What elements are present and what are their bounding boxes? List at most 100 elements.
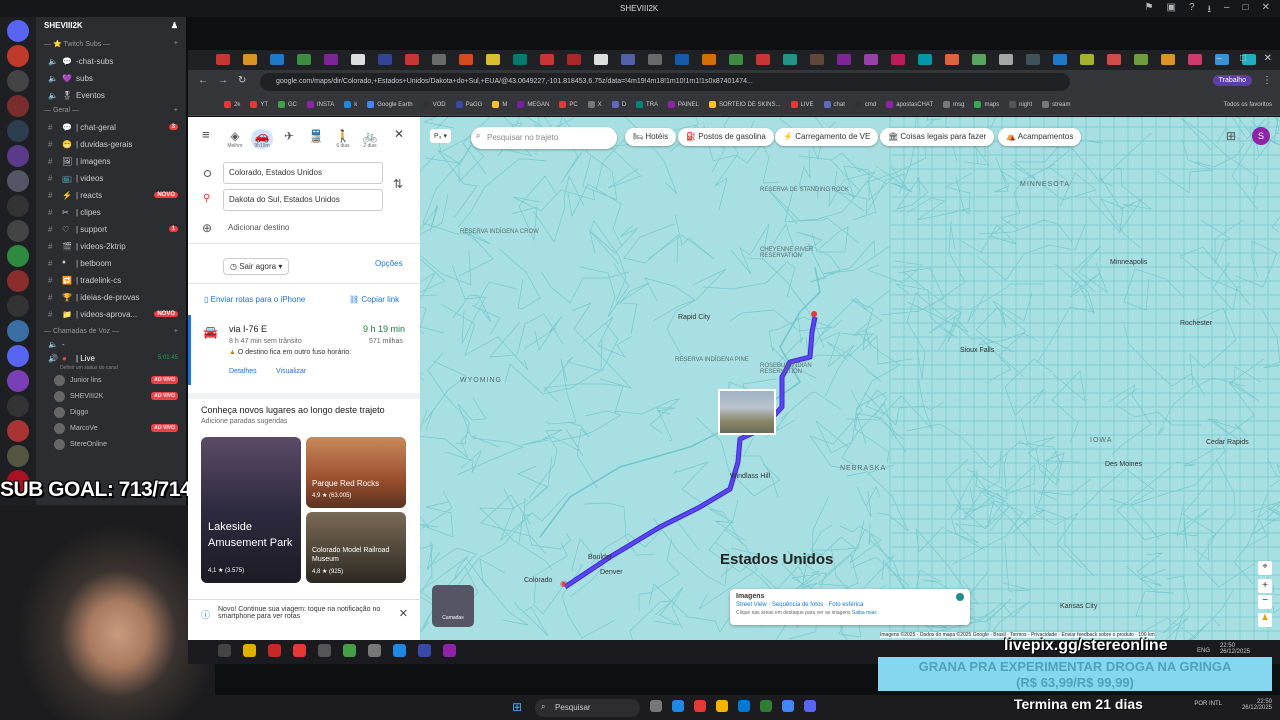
app-icon[interactable] — [243, 644, 256, 657]
browser-tab[interactable] — [675, 54, 689, 65]
channel-item[interactable]: # 📺 | videos — [36, 168, 186, 185]
pegman-icon[interactable]: ♟ — [1258, 613, 1272, 627]
bookmark-item[interactable]: VOD — [422, 101, 446, 108]
place-card[interactable]: Parque Red Rocks 4,9 ★ (63.005) — [306, 437, 406, 508]
zoom-out-button[interactable]: − — [1258, 595, 1272, 609]
learn-more-link[interactable]: Saiba mais — [852, 610, 877, 616]
place-card[interactable]: Lakeside Amusement Park 4,1 ★ (3.575) — [201, 437, 301, 583]
travel-mode-button[interactable]: ✈ — [278, 129, 300, 143]
bookmark-item[interactable]: maps — [974, 101, 999, 108]
send-to-phone-link[interactable]: ▯ Enviar rotas para o iPhone — [204, 295, 305, 304]
app-icon[interactable] — [393, 644, 406, 657]
channel-item[interactable]: # 🔁 | tradelink-cs — [36, 270, 186, 287]
browser-tab[interactable] — [648, 54, 662, 65]
category-chip[interactable]: 🏛 Coisas legais para fazer — [880, 128, 995, 146]
browser-tab[interactable] — [513, 54, 527, 65]
browser-tab[interactable] — [621, 54, 635, 65]
browser-tab[interactable] — [297, 54, 311, 65]
layers-button[interactable]: Camadas — [432, 585, 474, 627]
server-icon[interactable] — [7, 420, 29, 442]
add-destination[interactable]: Adicionar destino — [228, 223, 289, 232]
channel-item[interactable]: # 😁 | duvidas-gerais — [36, 134, 186, 151]
minimize-window-icon[interactable]: – — [1216, 53, 1222, 64]
close-window-icon[interactable]: ✕ — [1264, 53, 1272, 64]
street-view-thumbnail[interactable] — [718, 389, 776, 435]
app-icon[interactable] — [293, 644, 306, 657]
bookmark-item[interactable]: TRA — [636, 101, 658, 108]
forward-icon[interactable]: → — [218, 75, 228, 86]
reload-icon[interactable]: ↻ — [238, 75, 246, 86]
browser-tab[interactable] — [432, 54, 446, 65]
bookmark-item[interactable]: INSTA — [307, 101, 334, 108]
browser-tab[interactable] — [1107, 54, 1121, 65]
server-icon[interactable] — [7, 145, 29, 167]
bookmark-item[interactable]: cmd — [854, 101, 876, 108]
browser-tab[interactable] — [540, 54, 554, 65]
server-icon[interactable] — [7, 370, 29, 392]
channel-item[interactable]: # 📁 | videos-aprova... NOVO — [36, 304, 186, 321]
bookmark-item[interactable]: X — [587, 101, 602, 108]
browser-tab[interactable] — [459, 54, 473, 65]
browser-tab[interactable] — [1161, 54, 1175, 65]
browser-tab[interactable] — [783, 54, 797, 65]
browser-tab[interactable] — [837, 54, 851, 65]
bookmark-item[interactable]: msg — [943, 101, 964, 108]
depart-time-button[interactable]: ◷ Sair agora ▾ — [223, 258, 290, 275]
browser-tab[interactable] — [351, 54, 365, 65]
app-icon[interactable] — [804, 700, 816, 712]
destination-field[interactable]: Dakota do Sul, Estados Unidos — [223, 189, 383, 211]
browser-tab[interactable] — [756, 54, 770, 65]
download-icon[interactable]: ⭳ — [1208, 2, 1212, 19]
bookmark-item[interactable]: night — [1009, 101, 1032, 108]
travel-mode-button[interactable]: 🚶 6 dias — [332, 129, 354, 149]
app-icon[interactable] — [716, 700, 728, 712]
channel-item[interactable]: 🔈 🎖 Eventos — [36, 85, 186, 102]
bookmark-item[interactable]: LIVE — [790, 101, 814, 108]
browser-tab[interactable] — [567, 54, 581, 65]
browser-tab[interactable] — [972, 54, 986, 65]
server-icon[interactable] — [7, 120, 29, 142]
home-icon[interactable] — [7, 20, 29, 42]
app-icon[interactable] — [418, 644, 431, 657]
travel-mode-button[interactable]: ◈ Melhor — [224, 129, 246, 149]
menu-icon[interactable]: ⋮ — [1262, 75, 1272, 86]
app-icon[interactable] — [368, 644, 381, 657]
channel-item[interactable]: 🔈 💜 subs — [36, 68, 186, 85]
app-icon[interactable] — [782, 700, 794, 712]
server-icon[interactable] — [7, 345, 29, 367]
bookmark-item[interactable]: PC — [559, 101, 578, 108]
app-icon[interactable] — [694, 700, 706, 712]
bookmark-item[interactable]: chat — [823, 101, 845, 108]
bookmark-item[interactable]: M — [492, 101, 507, 108]
server-icon[interactable] — [7, 245, 29, 267]
app-icon[interactable] — [738, 700, 750, 712]
minimize-icon[interactable]: – — [1224, 2, 1230, 19]
server-icon[interactable] — [7, 195, 29, 217]
swap-icon[interactable]: ⇅ — [393, 177, 403, 191]
map-canvas[interactable]: ● ◉ P₃ ▾ ⌕ Pesquisar no trajeto 🛏 Hotéis ⛽… — [420, 117, 1280, 640]
app-icon[interactable] — [343, 644, 356, 657]
bookmark-item[interactable]: PAINEL — [668, 101, 699, 108]
browser-tab[interactable] — [594, 54, 608, 65]
details-link[interactable]: Detalhes — [229, 368, 257, 375]
app-icon[interactable] — [218, 644, 231, 657]
browser-tab[interactable] — [405, 54, 419, 65]
server-icon[interactable] — [7, 220, 29, 242]
browser-tab[interactable] — [1188, 54, 1202, 65]
server-icon[interactable] — [7, 295, 29, 317]
route-option[interactable]: 🚘 via I-76 E 9 h 19 min 8 h 47 min sem t… — [188, 315, 420, 385]
channel-item[interactable]: # ♡ | support 1 — [36, 219, 186, 236]
close-directions-icon[interactable]: ✕ — [394, 127, 404, 141]
channel-item[interactable]: # ⚡ | reacts NOVO — [36, 185, 186, 202]
notice-close-icon[interactable]: ✕ — [399, 607, 408, 620]
apps-grid-icon[interactable]: ⊞ — [1226, 129, 1236, 143]
bookmark-item[interactable]: SORTEIO DE SKINS... — [708, 101, 781, 108]
browser-tab[interactable] — [216, 54, 230, 65]
voice-user[interactable]: StereOnline — [36, 435, 186, 451]
browser-tab[interactable] — [324, 54, 338, 65]
browser-tab[interactable] — [945, 54, 959, 65]
taskbar-search[interactable]: ⌕ Pesquisar — [535, 699, 640, 717]
inbox-icon[interactable]: ▣ — [1166, 2, 1175, 19]
app-icon[interactable] — [760, 700, 772, 712]
place-card[interactable]: Colorado Model Railroad Museum 4,8 ★ (92… — [306, 512, 406, 583]
